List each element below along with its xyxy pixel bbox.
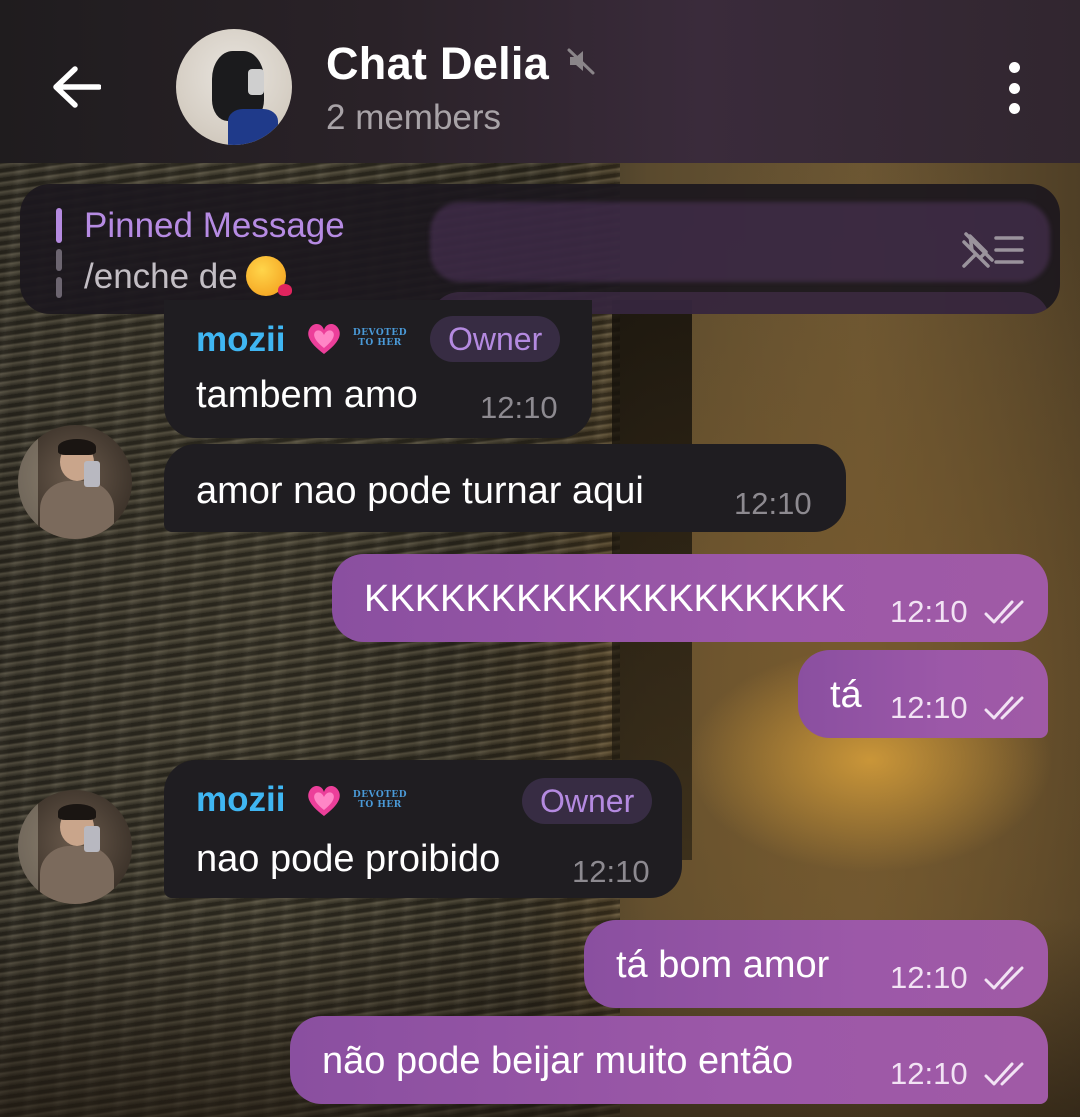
message-text: tá bom amor [616,944,830,986]
message-time: 12:10 [890,594,968,629]
role-badge: Owner [430,316,561,362]
more-options-button[interactable] [994,62,1034,114]
sender-name[interactable]: mozii [196,780,285,820]
member-count: 2 members [326,98,502,137]
message-text: tambem amo [196,374,418,416]
sender-badge: DEVOTED TO HER [352,328,408,348]
double-check-icon [984,600,1024,624]
message-text: tá [830,674,862,716]
role-badge: Owner [522,778,653,824]
message-text: nao pode proibido [196,838,501,880]
message-text: não pode beijar muito então [322,1040,794,1082]
heart-emoji-icon [308,786,340,816]
group-avatar[interactable] [176,29,292,145]
double-check-icon [984,1062,1024,1086]
double-check-icon [984,966,1024,990]
message-bubble[interactable]: não pode beijar muito então 12:10 [290,1016,1048,1104]
message-text: amor nao pode turnar aqui [196,470,644,512]
more-vertical-icon [1008,62,1020,73]
message-bubble[interactable]: KKKKKKKKKKKKKKKKKKK 12:10 [332,554,1048,642]
kiss-emoji-icon [245,256,292,296]
sender-name[interactable]: mozii [196,320,285,360]
pinned-message-bar[interactable]: Pinned Message /enche de [20,184,1060,314]
sender-avatar[interactable] [18,425,132,539]
back-button[interactable] [44,55,108,119]
sender-badge: DEVOTED TO HER [352,790,408,810]
message-bubble[interactable]: mozii DEVOTED TO HER Owner nao pode proib… [164,760,682,898]
message-bubble[interactable]: tá 12:10 [798,650,1048,738]
sender-avatar[interactable] [18,790,132,904]
message-time: 12:10 [480,390,558,425]
chat-header: Chat Delia 2 members [0,0,1080,163]
heart-emoji-icon [308,324,340,354]
message-time: 12:10 [890,1056,968,1091]
message-bubble[interactable]: amor nao pode turnar aqui 12:10 [164,444,846,532]
message-bubble[interactable]: tá bom amor 12:10 [584,920,1048,1008]
message-time: 12:10 [890,960,968,995]
pin-indicator [56,208,62,298]
message-time: 12:10 [572,854,650,889]
chat-title[interactable]: Chat Delia [326,38,549,90]
message-bubble[interactable]: mozii DEVOTED TO HER Owner tambem amo 12:… [164,300,592,438]
pin-list-icon[interactable] [956,228,1026,272]
pinned-label: Pinned Message [84,206,345,245]
message-time: 12:10 [890,690,968,725]
back-arrow-icon [53,66,101,108]
mute-icon [567,48,595,75]
message-text: KKKKKKKKKKKKKKKKKKK [364,578,846,620]
double-check-icon [984,696,1024,720]
message-time: 12:10 [734,486,812,521]
pinned-text: /enche de [84,256,292,297]
